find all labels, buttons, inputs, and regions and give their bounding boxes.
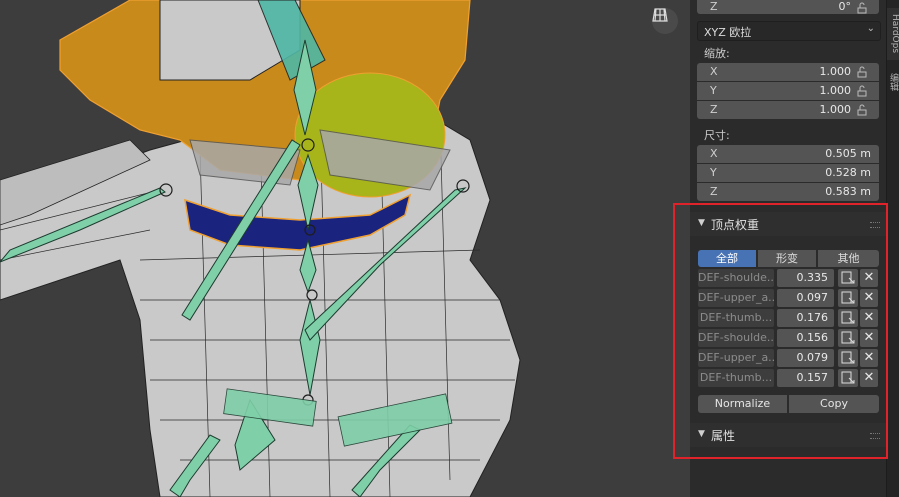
scale-z-field[interactable]: Z 1.000 [697, 101, 879, 119]
dimension-x-axis: X [710, 147, 718, 160]
scale-x-axis: X [710, 65, 718, 78]
vertex-group-weight[interactable]: 0.157 [777, 369, 834, 387]
vertex-group-name: DEF-shoulde... [698, 329, 774, 347]
vertex-group-weight[interactable]: 0.335 [777, 269, 834, 287]
scale-x-value: 1.000 [819, 65, 852, 78]
3d-viewport[interactable] [0, 0, 690, 497]
vertex-weights-header[interactable]: ▼ 顶点权重 [690, 212, 886, 236]
paste-weight-icon[interactable] [838, 329, 858, 347]
lock-icon[interactable] [856, 66, 868, 78]
dimension-z-value: 0.583 m [825, 185, 871, 198]
lock-icon[interactable] [856, 2, 868, 14]
drag-grip-icon[interactable] [870, 222, 880, 228]
vertex-group-name: DEF-thumb... [698, 309, 774, 327]
dimension-y-field[interactable]: Y 0.528 m [697, 164, 879, 182]
tab-edit[interactable]: 编辑 [887, 68, 899, 96]
dimension-y-axis: Y [710, 166, 717, 179]
normalize-button[interactable]: Normalize [698, 395, 787, 413]
lock-icon[interactable] [856, 104, 868, 116]
dimension-y-value: 0.528 m [825, 166, 871, 179]
properties-panel-title: 属性 [711, 429, 736, 443]
vertex-group-name: DEF-upper_a... [698, 289, 774, 307]
paste-weight-icon[interactable] [838, 289, 858, 307]
scale-y-value: 1.000 [819, 84, 852, 97]
scale-z-axis: Z [710, 103, 718, 116]
dimension-z-axis: Z [710, 185, 718, 198]
paste-weight-icon[interactable] [838, 369, 858, 387]
paste-weight-icon[interactable] [838, 269, 858, 287]
grid-view-icon[interactable] [652, 8, 678, 34]
vertex-group-name: DEF-upper_a... [698, 349, 774, 367]
remove-group-icon[interactable]: ✕ [860, 269, 878, 287]
scale-y-axis: Y [710, 84, 717, 97]
vertex-group-weight[interactable]: 0.097 [777, 289, 834, 307]
scale-z-value: 1.000 [819, 103, 852, 116]
vertex-group-name: DEF-thumb... [698, 369, 774, 387]
rotation-z-value: 0° [838, 0, 852, 13]
collapse-triangle-icon: ▼ [698, 429, 705, 439]
scale-x-field[interactable]: X 1.000 [697, 63, 879, 81]
tab-hardops[interactable]: HardOps [887, 8, 899, 60]
copy-button[interactable]: Copy [789, 395, 879, 413]
vertex-weights-title: 顶点权重 [711, 218, 760, 232]
lock-icon[interactable] [856, 85, 868, 97]
filter-other-tab[interactable]: 其他 [818, 250, 879, 267]
scale-y-field[interactable]: Y 1.000 [697, 82, 879, 100]
rotation-z-axis: Z [710, 0, 718, 13]
remove-group-icon[interactable]: ✕ [860, 329, 878, 347]
dimension-z-field[interactable]: Z 0.583 m [697, 183, 879, 201]
chevron-down-icon: ⌄ [866, 23, 875, 34]
vertex-group-weight[interactable]: 0.176 [777, 309, 834, 327]
mesh-render [0, 0, 521, 497]
collapse-triangle-icon: ▼ [698, 218, 705, 228]
filter-deform-tab[interactable]: 形变 [758, 250, 816, 267]
dimension-x-value: 0.505 m [825, 147, 871, 160]
remove-group-icon[interactable]: ✕ [860, 309, 878, 327]
rotation-mode-select[interactable]: XYZ 欧拉 ⌄ [697, 21, 881, 41]
vertex-group-weight[interactable]: 0.079 [777, 349, 834, 367]
paste-weight-icon[interactable] [838, 309, 858, 327]
filter-all-tab[interactable]: 全部 [698, 250, 756, 267]
rotation-mode-value: XYZ 欧拉 [704, 26, 752, 39]
properties-panel-header[interactable]: ▼ 属性 [690, 423, 886, 447]
side-tab-strip: HardOps 编辑 [886, 0, 899, 497]
remove-group-icon[interactable]: ✕ [860, 369, 878, 387]
vertex-group-weight[interactable]: 0.156 [777, 329, 834, 347]
paste-weight-icon[interactable] [838, 349, 858, 367]
vertex-group-name: DEF-shoulde... [698, 269, 774, 287]
rotation-z-field[interactable]: Z 0° [697, 0, 879, 14]
drag-grip-icon[interactable] [870, 433, 880, 439]
scale-label: 缩放: [704, 47, 730, 60]
remove-group-icon[interactable]: ✕ [860, 289, 878, 307]
remove-group-icon[interactable]: ✕ [860, 349, 878, 367]
dimension-x-field[interactable]: X 0.505 m [697, 145, 879, 163]
dimensions-label: 尺寸: [704, 129, 730, 142]
